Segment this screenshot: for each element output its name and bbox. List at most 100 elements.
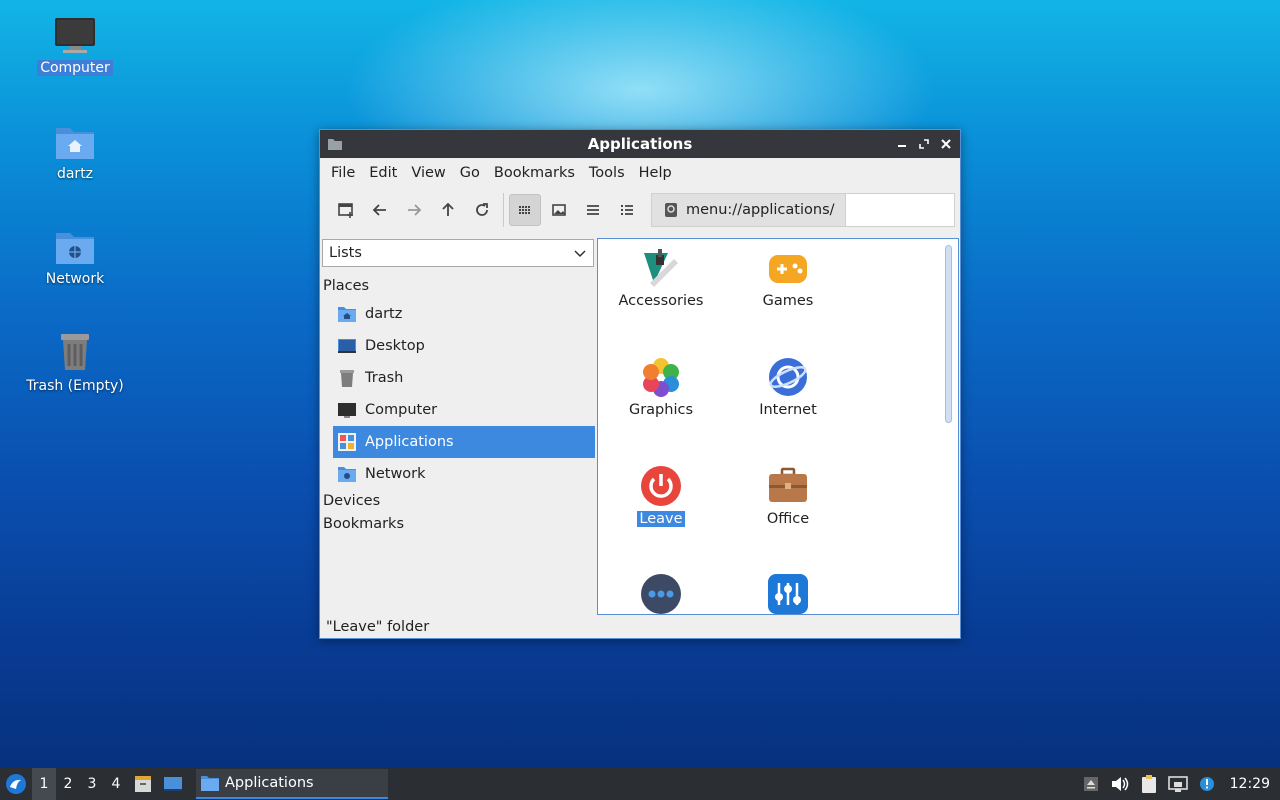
up-button[interactable] [432,194,464,226]
workspace-4[interactable]: 4 [104,768,128,800]
forward-button[interactable] [398,194,430,226]
close-icon [941,139,951,149]
task-applications[interactable]: Applications [196,769,388,799]
clock[interactable]: 12:29 [1230,776,1270,792]
bookmarks-header[interactable]: Bookmarks [323,516,404,532]
folder-item-internet[interactable]: Internet [733,356,843,418]
lubuntu-logo-icon [6,774,26,794]
clipboard-icon [1141,775,1156,793]
more-icon [641,574,681,614]
sidebar-item-network[interactable]: Network [333,458,595,490]
places-header[interactable]: Places [323,278,369,294]
compact-view-button[interactable] [577,194,609,226]
start-menu-button[interactable] [0,768,32,800]
menu-go[interactable]: Go [453,165,487,181]
file-manager-window[interactable]: Applications File Edit View Go Bookmarks… [319,129,961,639]
applications-icon [338,433,356,451]
reload-button[interactable] [466,194,498,226]
sidebar-item-trash[interactable]: Trash [333,362,595,394]
trash-icon [61,334,89,370]
icon-view-button[interactable] [509,194,541,226]
volume-icon [1111,777,1128,791]
minimize-button[interactable] [894,136,910,152]
detailed-view-button[interactable] [611,194,643,226]
desktop-icon-dartz[interactable]: dartz [10,122,140,182]
folder-item-label: Accessories [618,293,704,309]
menu-file[interactable]: File [324,165,362,181]
network-wired-icon [1167,776,1188,792]
folder-item-label: Graphics [628,402,694,418]
notification-button[interactable] [1198,768,1216,800]
folder-item-games[interactable]: Games [733,247,843,309]
home-folder-icon [56,128,94,159]
sidebar-item-desktop[interactable]: Desktop [333,330,595,362]
workspace-2[interactable]: 2 [56,768,80,800]
menu-edit[interactable]: Edit [362,165,404,181]
desktop-icon-label: Computer [37,60,113,76]
sidebar-item-label: Applications [365,434,454,450]
workspace-1[interactable]: 1 [32,768,56,800]
thumbnail-view-button[interactable] [543,194,575,226]
menu-view[interactable]: View [404,165,452,181]
image-icon [552,204,566,216]
sidebar-item-computer[interactable]: Computer [333,394,595,426]
arrow-up-icon [442,202,454,216]
folder-item-label: Leave [637,511,685,527]
settings-icon [768,574,808,614]
folder-view[interactable]: Accessories Games Graphics Internet Leav… [597,238,959,615]
workspace-3[interactable]: 3 [80,768,104,800]
address-text: menu://applications/ [686,202,835,218]
title-bar[interactable]: Applications [320,130,960,158]
network-folder-icon [56,233,94,264]
network-status-button[interactable] [1167,768,1188,800]
desktop-icon [338,339,356,353]
folder-item-office[interactable]: Office [733,465,843,527]
folder-item-settings[interactable] [733,573,843,614]
reload-icon [476,203,488,216]
folder-item-leave[interactable]: Leave [606,465,716,527]
games-icon [769,255,807,283]
desktop-icon-label: dartz [56,166,94,182]
internet-icon [769,358,807,396]
menu-bookmarks[interactable]: Bookmarks [487,165,582,181]
sidebar-item-label: Trash [365,370,404,386]
desktop-icon-trash[interactable]: Trash (Empty) [10,330,140,394]
menu-tools[interactable]: Tools [582,165,632,181]
list-icon [587,205,599,215]
close-button[interactable] [938,136,954,152]
show-desktop-button[interactable] [158,768,188,800]
folder-item-other[interactable] [606,573,716,614]
maximize-icon [919,139,929,149]
folder-item-label: Office [766,511,810,527]
sidebar-item-applications[interactable]: Applications [333,426,595,458]
sidebar-item-label: Desktop [365,338,425,354]
volume-button[interactable] [1110,768,1130,800]
menu-help[interactable]: Help [632,165,679,181]
sidebar: Lists Places dartz Desktop Trash Compute… [320,238,597,608]
path-crumb[interactable]: menu://applications/ [652,194,846,226]
back-button[interactable] [364,194,396,226]
grid-view-icon [519,206,530,214]
arrow-left-icon [372,204,386,216]
file-manager-launcher[interactable] [128,768,158,800]
new-tab-button[interactable] [330,194,362,226]
side-pane-mode-select[interactable]: Lists [322,239,594,267]
address-bar[interactable]: menu://applications/ [651,193,955,227]
chevron-down-icon [574,250,586,258]
desktop-icon-network[interactable]: Network [10,227,140,287]
maximize-button[interactable] [916,136,932,152]
sidebar-item-label: dartz [365,306,403,322]
minimize-icon [898,145,906,147]
devices-header[interactable]: Devices [323,493,380,509]
eject-button[interactable] [1082,768,1100,800]
eject-icon [1083,777,1098,791]
desktop-icon-computer[interactable]: Computer [10,16,140,76]
folder-item-graphics[interactable]: Graphics [606,356,716,418]
toolbar: menu://applications/ [320,188,960,232]
folder-item-accessories[interactable]: Accessories [606,247,716,309]
sidebar-item-dartz[interactable]: dartz [333,298,595,330]
home-folder-icon [338,307,356,322]
vertical-scrollbar[interactable] [945,245,952,423]
folder-item-label: Internet [759,402,817,418]
clipboard-button[interactable] [1140,768,1158,800]
